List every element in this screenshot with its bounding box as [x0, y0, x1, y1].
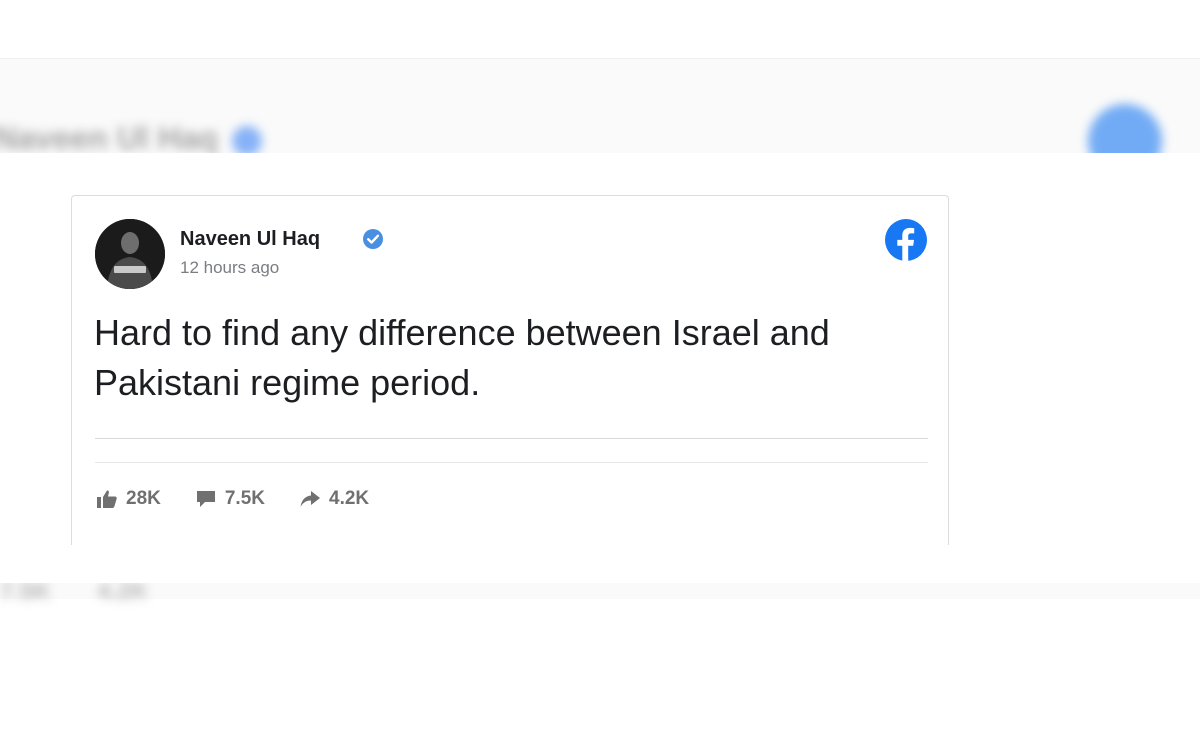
thumbs-up-icon [97, 490, 117, 508]
post-text: Hard to find any difference between Isra… [94, 312, 830, 403]
facebook-icon[interactable] [884, 218, 928, 262]
share-stat[interactable]: 4.2K [299, 488, 369, 510]
divider [95, 462, 928, 463]
comment-icon [196, 491, 215, 507]
author-name[interactable]: Naveen Ul Haq [180, 228, 320, 251]
share-count: 4.2K [329, 488, 370, 509]
engagement-stats: 28K 7.5K 4.2K [96, 484, 403, 514]
like-count: 28K [126, 488, 161, 509]
comment-count: 7.5K [224, 488, 265, 509]
avatar[interactable] [95, 219, 165, 289]
background-author-name: Naveen Ul Haq [0, 120, 263, 157]
like-stat[interactable]: 28K [96, 488, 161, 510]
divider [95, 438, 928, 439]
verified-badge-icon [363, 229, 383, 249]
post-timestamp[interactable]: 12 hours ago [180, 258, 279, 278]
comment-stat[interactable]: 7.5K [195, 488, 265, 510]
share-icon [300, 491, 320, 507]
post-card: Naveen Ul Haq 12 hours ago Hard to find … [71, 195, 949, 545]
